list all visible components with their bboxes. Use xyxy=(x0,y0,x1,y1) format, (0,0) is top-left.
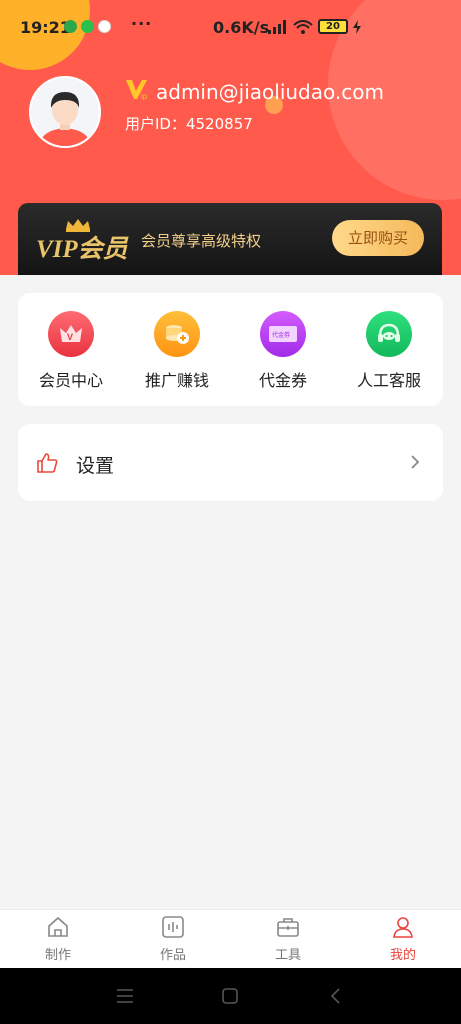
tab-label: 作品 xyxy=(159,948,186,963)
crown-v-icon: V xyxy=(48,311,94,357)
tab-make[interactable]: 制作 xyxy=(28,916,88,963)
battery-icon: 20 xyxy=(318,19,348,34)
vip-logo-text: VIP会员 xyxy=(36,235,129,263)
profile-header: 19:21 ··· 0.6K/s 20 ip admin@jiaoliudao.… xyxy=(0,0,461,275)
menu-nav-icon[interactable] xyxy=(116,988,134,1004)
vip-slogan: 会员尊享高级特权 xyxy=(141,232,262,250)
menu-label: 推广赚钱 xyxy=(144,371,209,390)
settings-row[interactable]: 设置 xyxy=(18,424,443,501)
bottom-tab-bar: 制作 作品 工具 我的 xyxy=(0,909,461,968)
user-email: admin@jiaoliudao.com xyxy=(156,80,384,104)
settings-label: 设置 xyxy=(76,455,115,477)
menu-item-promote-earn[interactable]: 推广赚钱 xyxy=(132,311,222,391)
works-icon xyxy=(162,916,184,938)
notification-icons xyxy=(64,20,111,33)
more-notifications-icon: ··· xyxy=(131,14,153,33)
vip-badge-icon: ip xyxy=(126,80,148,100)
wechat-icon xyxy=(81,20,94,33)
charging-icon xyxy=(353,19,361,34)
tab-works[interactable]: 作品 xyxy=(143,916,203,963)
system-nav-bar xyxy=(0,968,461,1024)
menu-label: 会员中心 xyxy=(38,371,103,390)
network-speed: 0.6K/s xyxy=(213,18,270,37)
tab-mine[interactable]: 我的 xyxy=(373,916,433,963)
voucher-icon: 代金券 xyxy=(260,311,306,357)
tab-label: 制作 xyxy=(44,948,71,963)
home-icon xyxy=(48,916,68,937)
chevron-right-icon xyxy=(411,455,420,469)
tab-label: 工具 xyxy=(274,948,301,963)
quick-menu-card: V 会员中心 推广赚钱 代金券 代金券 人工客服 xyxy=(18,293,443,406)
menu-item-customer-service[interactable]: 人工客服 xyxy=(344,311,434,391)
signal-icon xyxy=(268,19,286,34)
home-nav-icon[interactable] xyxy=(222,988,238,1004)
menu-label: 代金券 xyxy=(258,371,307,390)
thumbs-up-icon xyxy=(37,453,58,473)
menu-item-voucher[interactable]: 代金券 代金券 xyxy=(238,311,328,391)
voucher-icon-text: 代金券 xyxy=(272,331,290,339)
vip-banner[interactable]: VIP会员 会员尊享高级特权 立即购买 xyxy=(18,203,442,275)
person-icon xyxy=(393,917,413,938)
buy-now-button[interactable]: 立即购买 xyxy=(332,220,424,256)
user-id: 用户ID：4520857 xyxy=(125,115,253,133)
vip-logo: VIP会员 xyxy=(36,219,129,263)
tab-label: 我的 xyxy=(389,948,416,963)
toolbox-icon xyxy=(277,918,299,937)
avatar-image xyxy=(31,78,99,146)
svg-text:ip: ip xyxy=(141,92,148,100)
back-nav-icon[interactable] xyxy=(330,988,342,1004)
tab-tools[interactable]: 工具 xyxy=(258,916,318,963)
menu-label: 人工客服 xyxy=(356,371,421,390)
menu-item-member-center[interactable]: V 会员中心 xyxy=(26,311,116,391)
status-right-icons: 20 xyxy=(268,19,361,34)
app-notification-icon xyxy=(64,20,77,33)
svg-text:V: V xyxy=(67,332,73,342)
coins-icon xyxy=(154,311,200,357)
status-bar: 19:21 ··· 0.6K/s 20 xyxy=(0,0,461,56)
avatar[interactable] xyxy=(29,76,101,148)
weather-icon xyxy=(98,20,111,33)
headset-icon xyxy=(366,311,412,357)
wifi-icon xyxy=(293,19,313,34)
